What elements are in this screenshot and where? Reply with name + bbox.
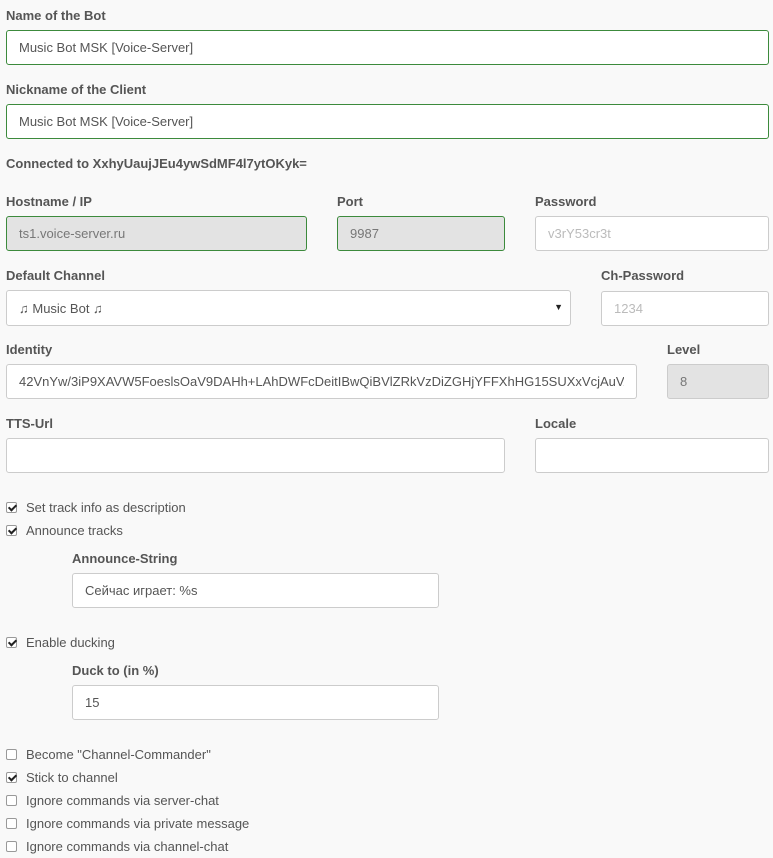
ignore-private-message-checkbox[interactable] — [6, 818, 17, 829]
tts-url-label: TTS-Url — [6, 416, 53, 431]
channel-commander-label: Become "Channel-Commander" — [26, 747, 211, 762]
ignore-channel-chat-label: Ignore commands via channel-chat — [26, 839, 229, 854]
password-label: Password — [535, 194, 597, 209]
ignore-channel-chat-option[interactable]: Ignore commands via channel-chat — [6, 839, 228, 854]
announce-tracks-option[interactable]: Announce tracks — [6, 523, 123, 538]
announce-string-input[interactable] — [72, 573, 439, 608]
locale-input[interactable] — [535, 438, 769, 473]
announce-string-label: Announce-String — [72, 551, 178, 566]
announce-tracks-checkbox[interactable] — [6, 525, 17, 536]
hostname-input[interactable] — [6, 216, 307, 251]
ignore-private-message-option[interactable]: Ignore commands via private message — [6, 816, 249, 831]
stick-to-channel-checkbox[interactable] — [6, 772, 17, 783]
port-input[interactable] — [337, 216, 505, 251]
password-input[interactable] — [535, 216, 769, 251]
locale-label: Locale — [535, 416, 577, 431]
set-track-info-option[interactable]: Set track info as description — [6, 500, 186, 515]
enable-ducking-option[interactable]: Enable ducking — [6, 635, 115, 650]
identity-label: Identity — [6, 342, 53, 357]
stick-to-channel-label: Stick to channel — [26, 770, 118, 785]
ignore-server-chat-label: Ignore commands via server-chat — [26, 793, 219, 808]
identity-input[interactable] — [6, 364, 637, 399]
level-input[interactable] — [667, 364, 769, 399]
set-track-info-checkbox[interactable] — [6, 502, 17, 513]
duck-to-label: Duck to (in %) — [72, 663, 159, 678]
connection-status: Connected to XxhyUaujJEu4ywSdMF4l7ytOKyk… — [6, 156, 307, 171]
announce-tracks-label: Announce tracks — [26, 523, 123, 538]
ch-password-label: Ch-Password — [601, 268, 685, 283]
ignore-channel-chat-checkbox[interactable] — [6, 841, 17, 852]
default-channel-value: ♫ Music Bot ♫ — [19, 300, 103, 316]
dropdown-arrow-icon: ▼ — [554, 302, 563, 312]
level-label: Level — [667, 342, 701, 357]
ch-password-input[interactable] — [601, 291, 769, 326]
duck-to-input[interactable] — [72, 685, 439, 720]
stick-to-channel-option[interactable]: Stick to channel — [6, 770, 118, 785]
channel-commander-option[interactable]: Become "Channel-Commander" — [6, 747, 211, 762]
default-channel-label: Default Channel — [6, 268, 105, 283]
enable-ducking-checkbox[interactable] — [6, 637, 17, 648]
bot-name-label: Name of the Bot — [6, 8, 106, 23]
set-track-info-label: Set track info as description — [26, 500, 186, 515]
ignore-server-chat-option[interactable]: Ignore commands via server-chat — [6, 793, 219, 808]
tts-url-input[interactable] — [6, 438, 505, 473]
hostname-label: Hostname / IP — [6, 194, 92, 209]
client-nickname-input[interactable] — [6, 104, 769, 139]
client-nickname-label: Nickname of the Client — [6, 82, 147, 97]
ignore-server-chat-checkbox[interactable] — [6, 795, 17, 806]
default-channel-select[interactable]: ♫ Music Bot ♫ ▼ — [6, 290, 571, 326]
channel-commander-checkbox[interactable] — [6, 749, 17, 760]
port-label: Port — [337, 194, 363, 209]
enable-ducking-label: Enable ducking — [26, 635, 115, 650]
ignore-private-message-label: Ignore commands via private message — [26, 816, 250, 831]
bot-name-input[interactable] — [6, 30, 769, 65]
